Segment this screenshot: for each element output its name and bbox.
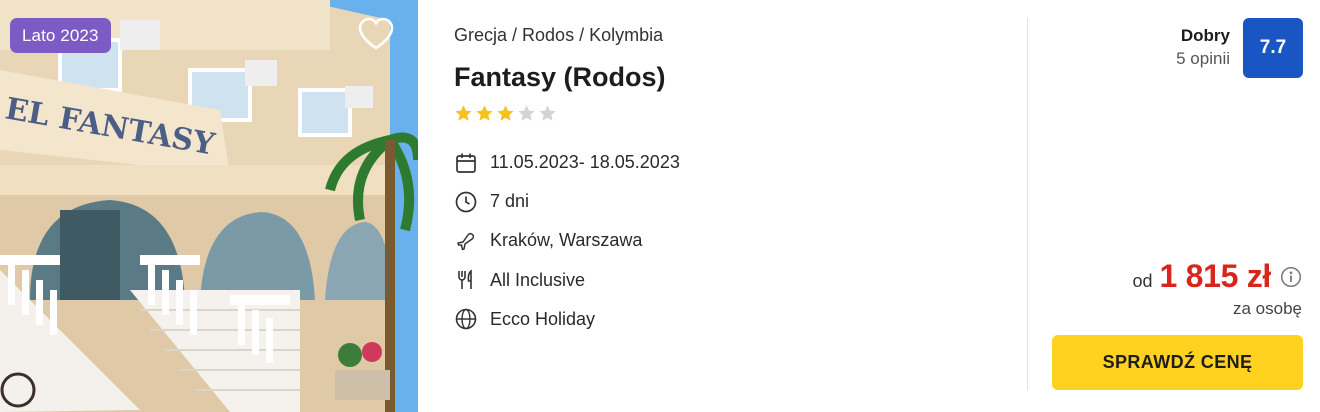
hotel-photo[interactable]: EL FANTASY Lato 2023 (0, 0, 418, 412)
star-icon (518, 105, 535, 121)
star-icon (497, 105, 514, 121)
globe-icon (454, 307, 478, 331)
clock-icon (454, 190, 478, 214)
rating-summary[interactable]: Dobry 5 opinii (1176, 26, 1230, 69)
info-icon[interactable] (1280, 266, 1302, 288)
duration-text: 7 dni (490, 191, 530, 212)
calendar-icon (454, 151, 478, 175)
star-icon (539, 105, 556, 121)
season-badge: Lato 2023 (10, 18, 111, 53)
breadcrumb-country[interactable]: Grecja (454, 25, 507, 45)
breadcrumb: Grecja / Rodos / Kolymbia (454, 25, 664, 45)
breadcrumb-region[interactable]: Rodos (522, 25, 574, 45)
star-icon (455, 105, 472, 121)
dates-row: 11.05.2023- 18.05.2023 (454, 143, 680, 182)
hotel-stars (454, 104, 557, 123)
favorite-button[interactable] (356, 15, 396, 53)
cutlery-icon (454, 268, 478, 292)
dates-text: 11.05.2023- 18.05.2023 (490, 152, 680, 173)
price-unit: za osobę (1233, 299, 1302, 318)
plane-icon (454, 229, 478, 253)
rating-score-badge: 7.7 (1243, 18, 1303, 78)
column-divider (1027, 18, 1028, 390)
reviews-count[interactable]: 5 opinii (1176, 49, 1230, 69)
departure-text: Kraków, Warszawa (490, 230, 643, 251)
breadcrumb-city[interactable]: Kolymbia (589, 25, 663, 45)
offer-card[interactable]: EL FANTASY Lato 2023 Grecja / Rodos / Ko… (0, 0, 1320, 412)
price-line: od 1 815 zł (1133, 258, 1303, 295)
rating-label: Dobry (1180, 26, 1230, 45)
heart-icon (358, 17, 394, 50)
check-price-button[interactable]: SPRAWDŹ CENĘ (1052, 335, 1303, 390)
hotel-name[interactable]: Fantasy (Rodos) (454, 62, 666, 93)
price-value: 1 815 zł (1159, 258, 1272, 294)
offer-info-list: 11.05.2023- 18.05.2023 7 dni Kraków, War… (454, 143, 680, 339)
hotel-photo-image: EL FANTASY (0, 0, 418, 412)
duration-row: 7 dni (454, 182, 680, 221)
price-prefix: od (1132, 271, 1153, 291)
board-row: All Inclusive (454, 261, 680, 300)
board-text: All Inclusive (490, 269, 586, 290)
operator-row: Ecco Holiday (454, 300, 680, 339)
departure-row: Kraków, Warszawa (454, 221, 680, 260)
offer-details: Grecja / Rodos / Kolymbia Fantasy (Rodos) 11… (454, 0, 1014, 412)
star-icon (476, 105, 493, 121)
operator-text: Ecco Holiday (490, 308, 596, 329)
